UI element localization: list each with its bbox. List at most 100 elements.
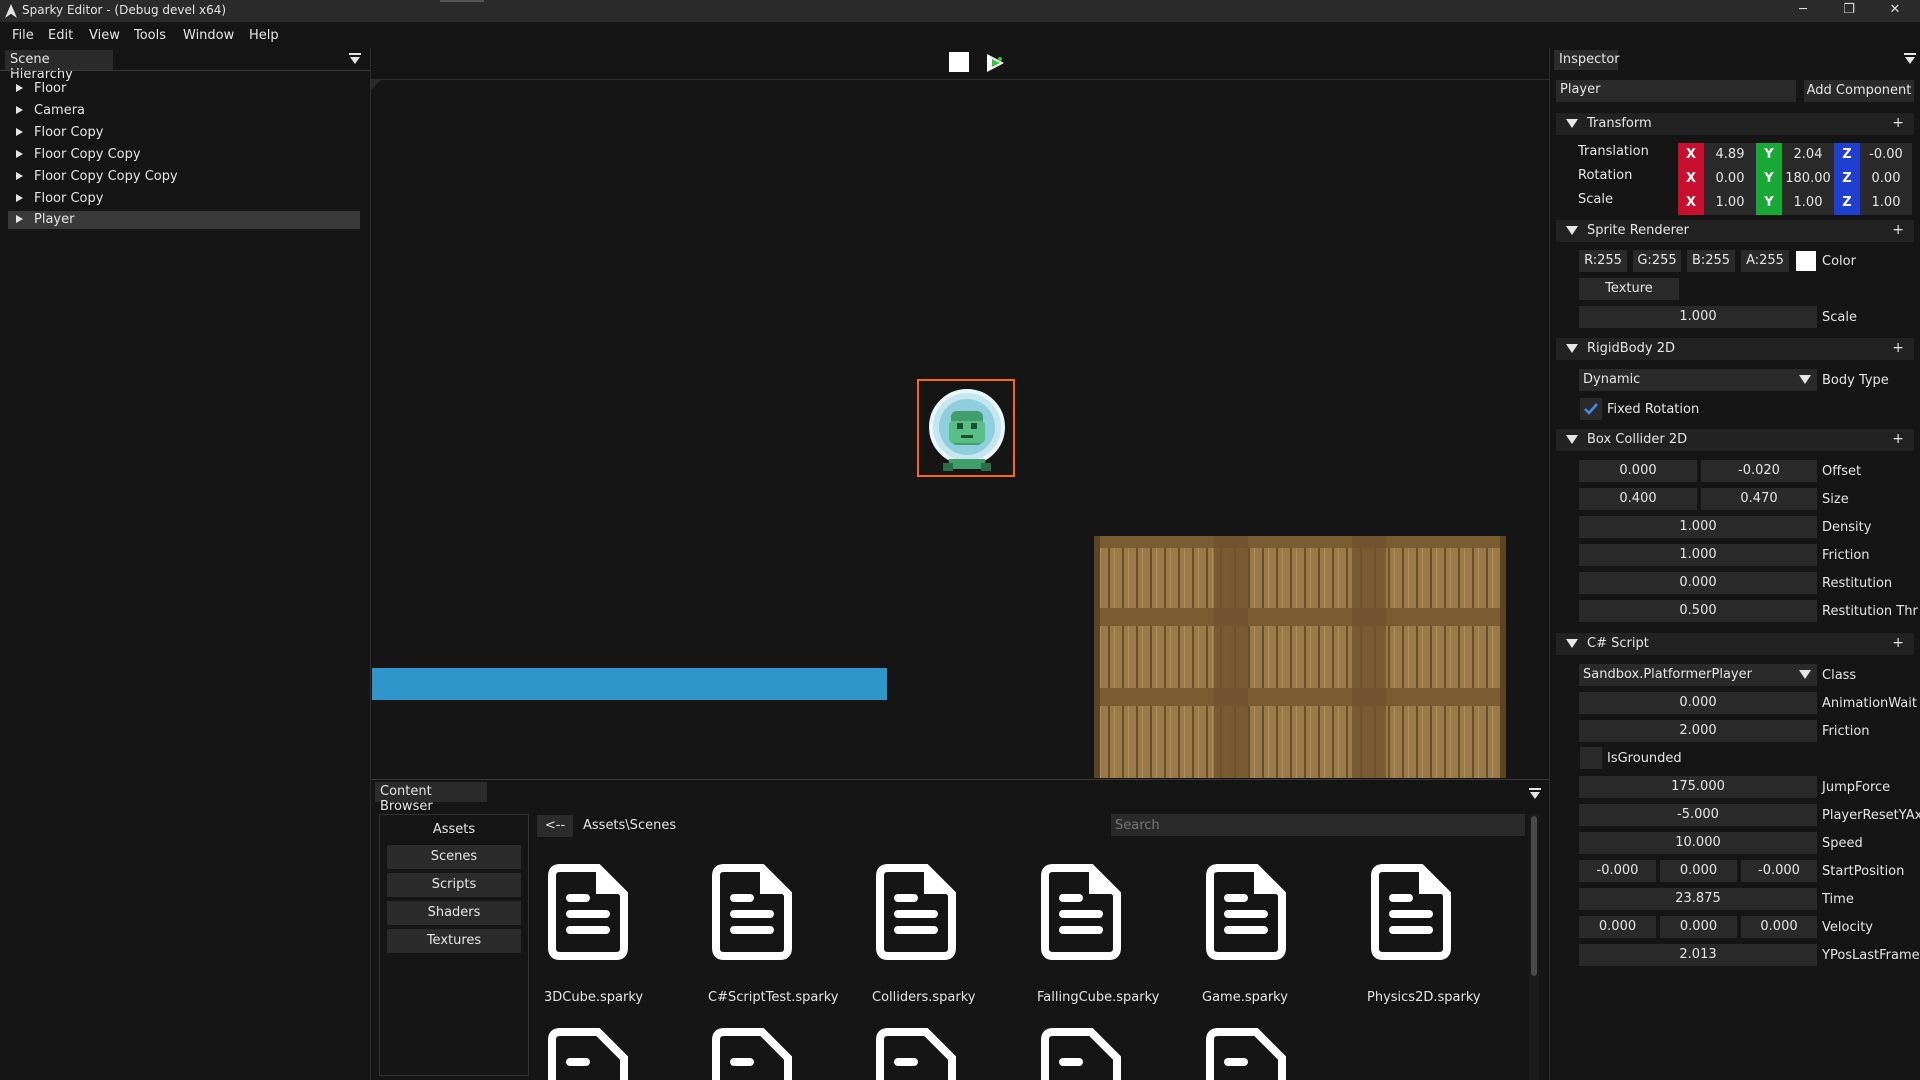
file-tile[interactable]: Physics2D.sparky: [1367, 860, 1527, 1020]
inspector-options-icon[interactable]: [1904, 53, 1916, 65]
add-component-button[interactable]: Add Component: [1804, 80, 1914, 102]
dir-scripts[interactable]: Scripts: [387, 873, 521, 897]
transform-header[interactable]: Transform +: [1556, 113, 1914, 135]
dir-textures[interactable]: Textures: [387, 929, 521, 953]
scrollbar-thumb[interactable]: [1531, 816, 1537, 976]
floor-crate-texture[interactable]: [1094, 536, 1506, 778]
menu-view[interactable]: View: [89, 28, 120, 43]
speed-field[interactable]: 10.000: [1579, 832, 1817, 854]
translation-z-button[interactable]: Z: [1834, 143, 1860, 167]
document-icon[interactable]: [876, 1028, 956, 1080]
velocity-y-field[interactable]: 0.000: [1660, 916, 1737, 938]
offset-x-field[interactable]: 0.000: [1579, 460, 1697, 482]
menu-tools[interactable]: Tools: [134, 28, 166, 43]
content-browser-options-icon[interactable]: [1529, 788, 1541, 800]
restore-button[interactable]: ❐: [1826, 0, 1872, 22]
sprite-scale-field[interactable]: 1.000: [1579, 306, 1817, 328]
entity-name-field[interactable]: Player: [1556, 80, 1796, 102]
tree-item-floor-copy-2[interactable]: Floor Copy: [8, 190, 360, 208]
dir-root-assets[interactable]: Assets: [387, 818, 521, 842]
dropdown-arrow-icon[interactable]: [1799, 375, 1811, 384]
velocity-z-field[interactable]: 0.000: [1741, 916, 1817, 938]
body-type-dropdown[interactable]: Dynamic: [1579, 369, 1817, 391]
file-tile[interactable]: 3DCube.sparky: [544, 860, 704, 1020]
rigidbody-2d-header[interactable]: RigidBody 2D +: [1556, 338, 1914, 360]
csharp-script-header[interactable]: C# Script +: [1556, 633, 1914, 655]
start-position-x-field[interactable]: -0.000: [1579, 860, 1656, 882]
document-icon[interactable]: [1041, 1028, 1121, 1080]
component-settings-button[interactable]: +: [1892, 115, 1904, 131]
start-position-y-field[interactable]: 0.000: [1660, 860, 1737, 882]
translation-x-field[interactable]: 4.89: [1704, 143, 1756, 167]
scale-y-button[interactable]: Y: [1756, 191, 1782, 215]
sprite-renderer-header[interactable]: Sprite Renderer +: [1556, 220, 1914, 242]
translation-x-button[interactable]: X: [1678, 143, 1704, 167]
expand-arrow-icon[interactable]: [16, 106, 23, 114]
collapse-arrow-icon[interactable]: [1566, 226, 1578, 235]
component-settings-button[interactable]: +: [1892, 340, 1904, 356]
component-settings-button[interactable]: +: [1892, 431, 1904, 447]
size-y-field[interactable]: 0.470: [1701, 488, 1817, 510]
component-settings-button[interactable]: +: [1892, 635, 1904, 651]
expand-arrow-icon[interactable]: [16, 215, 23, 223]
offset-y-field[interactable]: -0.020: [1701, 460, 1817, 482]
expand-arrow-icon[interactable]: [16, 150, 23, 158]
animation-wait-field[interactable]: 0.000: [1579, 692, 1817, 714]
document-icon[interactable]: [1206, 1028, 1286, 1080]
close-button[interactable]: ✕: [1872, 0, 1918, 22]
minimize-button[interactable]: ─: [1780, 0, 1826, 22]
collider-friction-field[interactable]: 1.000: [1579, 544, 1817, 566]
translation-z-field[interactable]: -0.00: [1860, 143, 1912, 167]
collapse-arrow-icon[interactable]: [1566, 344, 1578, 353]
document-icon[interactable]: [548, 1028, 628, 1080]
color-r-field[interactable]: R:255: [1579, 250, 1627, 272]
document-icon[interactable]: [712, 1028, 792, 1080]
scene-hierarchy-tab[interactable]: Scene Hierarchy: [5, 50, 113, 82]
tree-item-player[interactable]: Player: [8, 211, 360, 229]
scale-x-button[interactable]: X: [1678, 191, 1704, 215]
hierarchy-options-icon[interactable]: [349, 53, 361, 65]
color-b-field[interactable]: B:255: [1687, 250, 1735, 272]
ypos-last-frame-field[interactable]: 2.013: [1579, 944, 1817, 966]
rotation-y-field[interactable]: 180.00: [1782, 167, 1834, 191]
restitution-threshold-field[interactable]: 0.500: [1579, 600, 1817, 622]
density-field[interactable]: 1.000: [1579, 516, 1817, 538]
size-x-field[interactable]: 0.400: [1579, 488, 1697, 510]
expand-arrow-icon[interactable]: [16, 128, 23, 136]
tree-item-floor[interactable]: Floor: [8, 80, 360, 98]
dropdown-arrow-icon[interactable]: [1799, 670, 1811, 679]
script-friction-field[interactable]: 2.000: [1579, 720, 1817, 742]
tree-item-floor-copy[interactable]: Floor Copy: [8, 124, 360, 142]
tree-item-floor-copy-copy-copy[interactable]: Floor Copy Copy Copy: [8, 168, 360, 186]
collapse-arrow-icon[interactable]: [1566, 435, 1578, 444]
back-button[interactable]: <--: [537, 815, 573, 837]
color-a-field[interactable]: A:255: [1741, 250, 1789, 272]
rotation-y-button[interactable]: Y: [1756, 167, 1782, 191]
translation-y-field[interactable]: 2.04: [1782, 143, 1834, 167]
scale-x-field[interactable]: 1.00: [1704, 191, 1756, 215]
file-grid-scrollbar[interactable]: [1529, 814, 1539, 1080]
velocity-x-field[interactable]: 0.000: [1579, 916, 1656, 938]
tree-item-floor-copy-copy[interactable]: Floor Copy Copy: [8, 146, 360, 164]
file-tile[interactable]: Game.sparky: [1202, 860, 1362, 1020]
component-settings-button[interactable]: +: [1892, 222, 1904, 238]
simulate-icon[interactable]: [984, 52, 1006, 74]
scale-z-button[interactable]: Z: [1834, 191, 1860, 215]
is-grounded-checkbox[interactable]: [1580, 747, 1602, 769]
start-position-z-field[interactable]: -0.000: [1741, 860, 1817, 882]
jump-force-field[interactable]: 175.000: [1579, 776, 1817, 798]
selected-player-outline[interactable]: [917, 379, 1015, 477]
texture-button[interactable]: Texture: [1579, 278, 1679, 300]
script-class-dropdown[interactable]: Sandbox.PlatformerPlayer: [1579, 664, 1817, 686]
file-tile[interactable]: FallingCube.sparky: [1037, 860, 1197, 1020]
fixed-rotation-checkbox[interactable]: [1580, 398, 1602, 420]
rotation-x-field[interactable]: 0.00: [1704, 167, 1756, 191]
expand-arrow-icon[interactable]: [16, 194, 23, 202]
collapse-arrow-icon[interactable]: [1566, 639, 1578, 648]
expand-arrow-icon[interactable]: [16, 172, 23, 180]
expand-arrow-icon[interactable]: [16, 84, 23, 92]
color-g-field[interactable]: G:255: [1633, 250, 1681, 272]
rotation-z-field[interactable]: 0.00: [1860, 167, 1912, 191]
restitution-field[interactable]: 0.000: [1579, 572, 1817, 594]
box-collider-2d-header[interactable]: Box Collider 2D +: [1556, 429, 1914, 451]
